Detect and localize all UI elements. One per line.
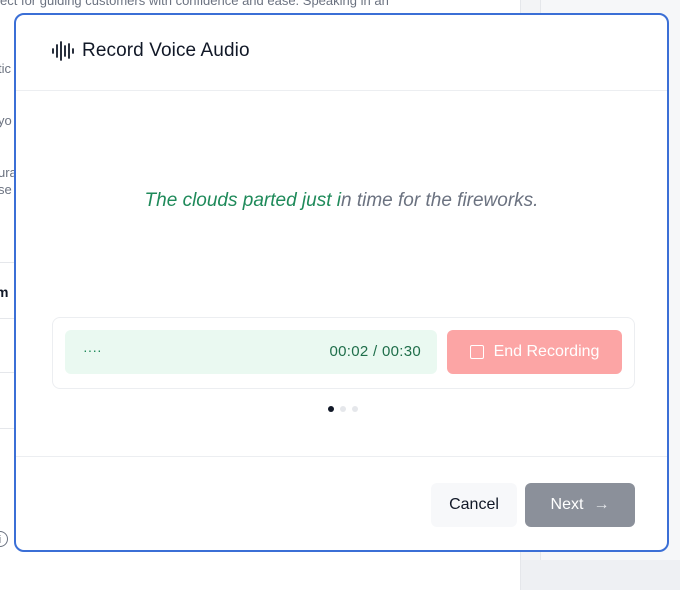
level-dots: ···· — [83, 342, 102, 358]
background-text-line: ect for guiding customers with confidenc… — [0, 0, 389, 8]
recorder-panel: ···· 00:02 / 00:30 End Recording — [52, 317, 635, 389]
prompt-sentence: The clouds parted just in time for the f… — [16, 190, 667, 212]
prompt-spoken-text: The clouds parted just i — [144, 190, 341, 211]
stop-square-icon — [469, 345, 484, 359]
prompt-remaining-text: n time for the fireworks. — [341, 190, 539, 211]
pager-dot-active[interactable] — [328, 406, 334, 412]
background-text-line: m — [0, 284, 9, 300]
recording-timer: 00:02 / 00:30 — [329, 343, 421, 360]
audio-waveform-icon — [52, 41, 74, 61]
audio-level-meter: ···· 00:02 / 00:30 — [65, 330, 437, 374]
modal-header: Record Voice Audio — [16, 15, 667, 91]
background-text-line: tic — [0, 61, 11, 76]
next-button[interactable]: Next → — [525, 483, 635, 527]
modal-footer: Cancel Next → — [16, 456, 667, 550]
background-text-line: se — [0, 182, 12, 197]
next-button-label: Next — [550, 496, 584, 513]
pager-dot[interactable] — [352, 406, 358, 412]
end-recording-label: End Recording — [493, 343, 600, 360]
end-recording-button[interactable]: End Recording — [447, 330, 622, 374]
background-text-line: yo — [0, 113, 12, 128]
arrow-right-icon: → — [593, 496, 610, 513]
cancel-button[interactable]: Cancel — [431, 483, 517, 527]
record-voice-modal: Record Voice Audio The clouds parted jus… — [14, 13, 669, 552]
step-pager — [328, 406, 358, 414]
pager-dot[interactable] — [340, 406, 346, 412]
modal-title: Record Voice Audio — [82, 40, 250, 61]
